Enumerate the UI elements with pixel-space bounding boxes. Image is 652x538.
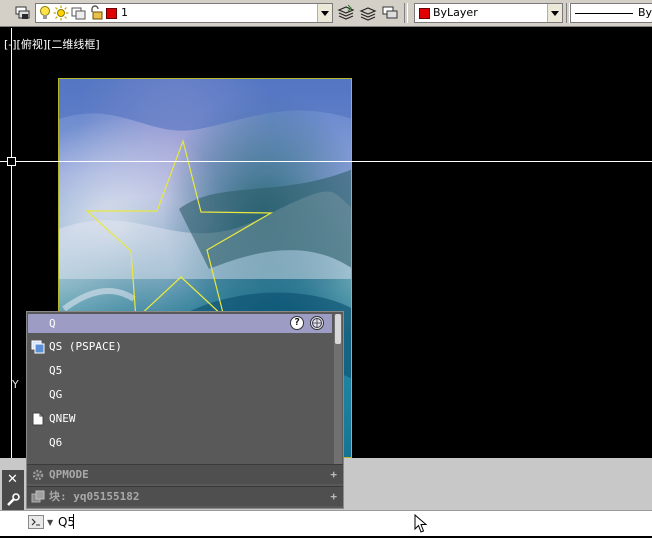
mouse-pointer-icon bbox=[414, 513, 428, 538]
autocomplete-group-block[interactable]: 块: yq05155182 + bbox=[27, 486, 343, 506]
pickbox-cursor bbox=[7, 157, 16, 166]
layer-previous-icon[interactable] bbox=[381, 4, 399, 22]
command-window-toolbar: ✕ bbox=[2, 470, 24, 510]
autocomplete-item[interactable]: QS (PSPACE) bbox=[27, 336, 327, 358]
autocomplete-query: Q bbox=[49, 317, 56, 330]
autocomplete-item[interactable]: Q5 bbox=[27, 360, 327, 382]
command-prompt-icon[interactable] bbox=[28, 515, 44, 529]
layer-name-text: 1 bbox=[121, 6, 128, 19]
color-value-text: ByLayer bbox=[433, 6, 478, 19]
toolbar-separator bbox=[404, 3, 408, 23]
command-input[interactable] bbox=[58, 512, 378, 532]
make-current-layer-icon[interactable] bbox=[337, 4, 355, 22]
recent-commands-dropdown-icon[interactable]: ▼ bbox=[47, 518, 53, 527]
viewport-freeze-icon bbox=[71, 6, 87, 26]
ucs-axis-label: Y bbox=[12, 378, 19, 391]
autocomplete-scrollbar[interactable] bbox=[334, 314, 342, 464]
autocomplete-item[interactable]: QG bbox=[27, 384, 327, 406]
layer-manager-icon[interactable] bbox=[14, 4, 32, 22]
autocomplete-item-label: Q5 bbox=[49, 364, 63, 377]
match-layer-icon[interactable] bbox=[359, 4, 377, 22]
scrollbar-thumb[interactable] bbox=[335, 314, 341, 344]
crosshair-vertical bbox=[11, 28, 12, 458]
new-file-icon bbox=[31, 412, 45, 426]
autocomplete-item-label: QNEW bbox=[49, 412, 76, 425]
close-icon[interactable]: ✕ bbox=[7, 472, 18, 487]
group-label: 块: yq05155182 bbox=[49, 490, 140, 503]
unlock-icon bbox=[89, 5, 103, 27]
wrench-icon[interactable] bbox=[6, 492, 20, 511]
help-icon[interactable]: ? bbox=[290, 316, 304, 330]
crosshair-horizontal bbox=[0, 161, 652, 162]
autocomplete-item-label: Q6 bbox=[49, 436, 63, 449]
linetype-preview-line bbox=[575, 13, 633, 14]
chevron-down-icon[interactable] bbox=[317, 4, 332, 22]
lightbulb-icon bbox=[38, 5, 52, 27]
layer-color-swatch bbox=[106, 8, 117, 19]
autocomplete-input-row[interactable]: Q ? bbox=[28, 314, 332, 333]
color-dropdown[interactable]: ByLayer bbox=[414, 3, 563, 23]
group-label: QPMODE bbox=[49, 468, 89, 481]
command-autocomplete-popup: Q ? QS (PSPACE) Q5 QG QNEW Q6 QPMODE + 块… bbox=[26, 311, 344, 509]
autocomplete-item[interactable]: Q6 bbox=[27, 432, 327, 454]
layer-dropdown[interactable]: 1 bbox=[35, 3, 333, 23]
autocomplete-item[interactable]: QNEW bbox=[27, 408, 327, 430]
text-caret bbox=[73, 514, 74, 529]
chevron-down-icon[interactable] bbox=[547, 4, 562, 22]
linetype-value-text: By bbox=[638, 6, 652, 19]
viewport-icon bbox=[31, 340, 45, 354]
properties-toolbar: 1 ByLayer By bbox=[0, 0, 652, 27]
color-swatch bbox=[419, 8, 430, 19]
gear-icon bbox=[31, 468, 45, 482]
view-controls-label[interactable]: [-][俯视][二维线框] bbox=[4, 36, 100, 52]
autocomplete-item-label: QG bbox=[49, 388, 63, 401]
autocomplete-item-label: QS (PSPACE) bbox=[49, 340, 122, 353]
globe-search-icon[interactable] bbox=[310, 316, 324, 330]
expand-plus-icon[interactable]: + bbox=[330, 465, 337, 485]
autocomplete-group-qpmode[interactable]: QPMODE + bbox=[27, 464, 343, 484]
expand-plus-icon[interactable]: + bbox=[330, 487, 337, 507]
sun-icon bbox=[53, 5, 69, 27]
block-icon bbox=[31, 490, 45, 504]
linetype-dropdown[interactable]: By bbox=[570, 3, 652, 23]
